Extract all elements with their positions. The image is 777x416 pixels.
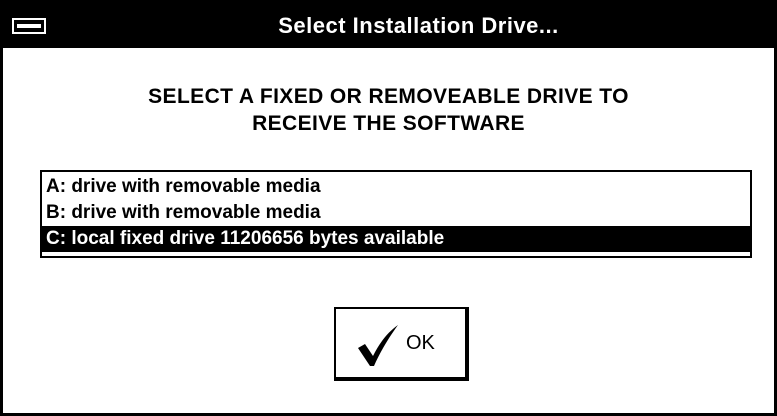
drive-list-item-b[interactable]: B: drive with removable media [42, 200, 750, 226]
drive-list-item-c[interactable]: C: local fixed drive 11206656 bytes avai… [42, 226, 750, 252]
drive-listbox[interactable]: A: drive with removable media B: drive w… [40, 170, 752, 258]
system-menu-icon[interactable] [12, 18, 46, 34]
select-drive-dialog: Select Installation Drive... SELECT A FI… [0, 0, 777, 416]
ok-button[interactable]: OK [334, 307, 469, 381]
instruction-line-2: RECEIVE THE SOFTWARE [252, 112, 525, 135]
drive-list-item-a[interactable]: A: drive with removable media [42, 174, 750, 200]
instruction-text: SELECT A FIXED OR REMOVEABLE DRIVE TO RE… [3, 83, 774, 137]
ok-button-label: OK [406, 332, 435, 354]
checkmark-icon [358, 325, 398, 366]
window-title: Select Installation Drive... [278, 13, 559, 38]
instruction-line-1: SELECT A FIXED OR REMOVEABLE DRIVE TO [148, 85, 629, 108]
title-bar[interactable]: Select Installation Drive... [3, 3, 774, 48]
system-menu-bar [17, 24, 41, 28]
